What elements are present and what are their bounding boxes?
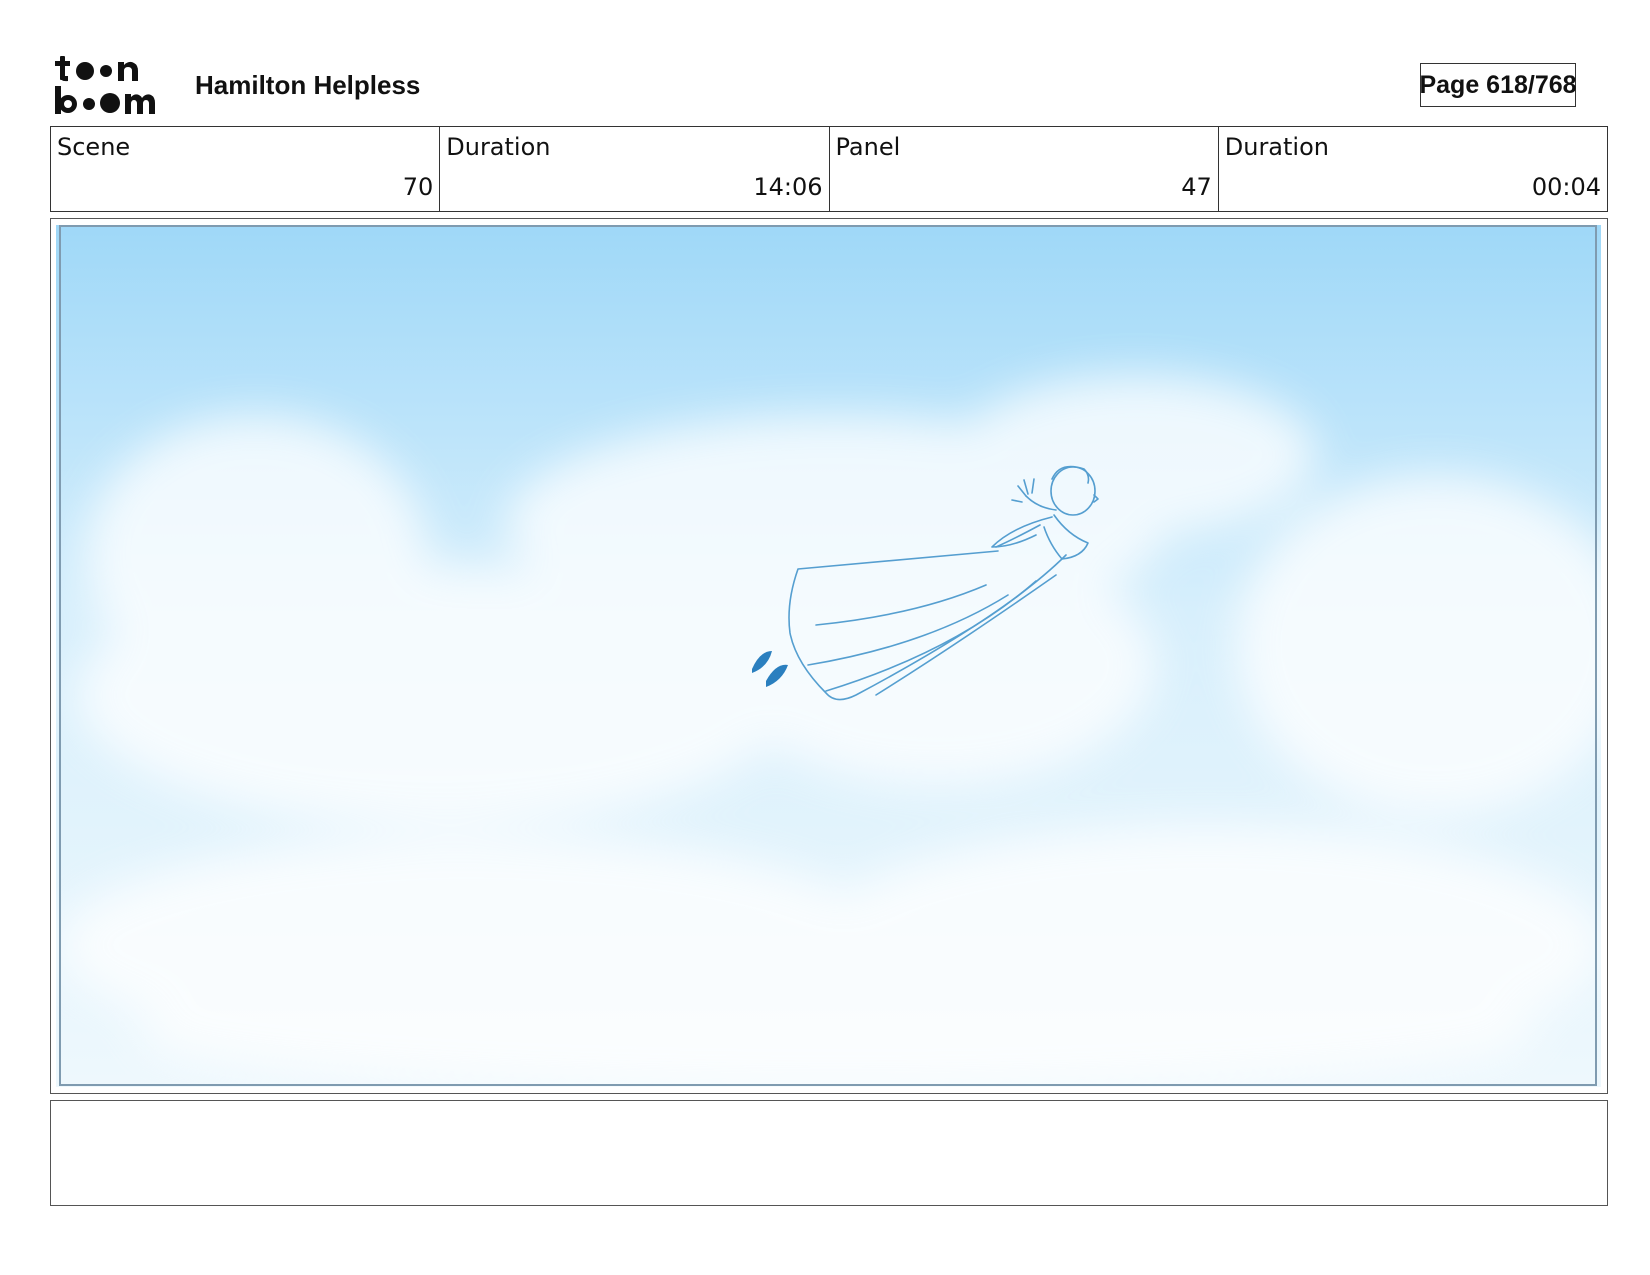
panel-info-bar: Scene 70 Duration 14:06 Panel 47 Duratio… bbox=[50, 126, 1608, 212]
page-indicator: Page 618/768 bbox=[1419, 63, 1577, 107]
panel-duration-cell: Duration 00:04 bbox=[1219, 127, 1607, 211]
project-title: Hamilton Helpless bbox=[195, 70, 421, 100]
scene-duration-cell: Duration 14:06 bbox=[440, 127, 830, 211]
toon-boom-logo bbox=[55, 56, 155, 114]
panel-label: Panel bbox=[835, 133, 901, 161]
panel-notes-box[interactable] bbox=[50, 1100, 1608, 1206]
scene-cell: Scene 70 bbox=[51, 127, 441, 211]
scene-duration-label: Duration bbox=[446, 133, 551, 161]
scene-value: 70 bbox=[402, 173, 434, 201]
panel-value: 47 bbox=[1181, 173, 1212, 201]
storyboard-panel bbox=[50, 218, 1608, 1094]
scene-duration-value: 14:06 bbox=[753, 173, 823, 201]
panel-duration-value: 00:04 bbox=[1531, 173, 1601, 201]
panel-cell: Panel 47 bbox=[830, 127, 1219, 211]
panel-artwork bbox=[56, 225, 1601, 1087]
panel-duration-label: Duration bbox=[1224, 133, 1329, 161]
scene-label: Scene bbox=[57, 133, 131, 161]
